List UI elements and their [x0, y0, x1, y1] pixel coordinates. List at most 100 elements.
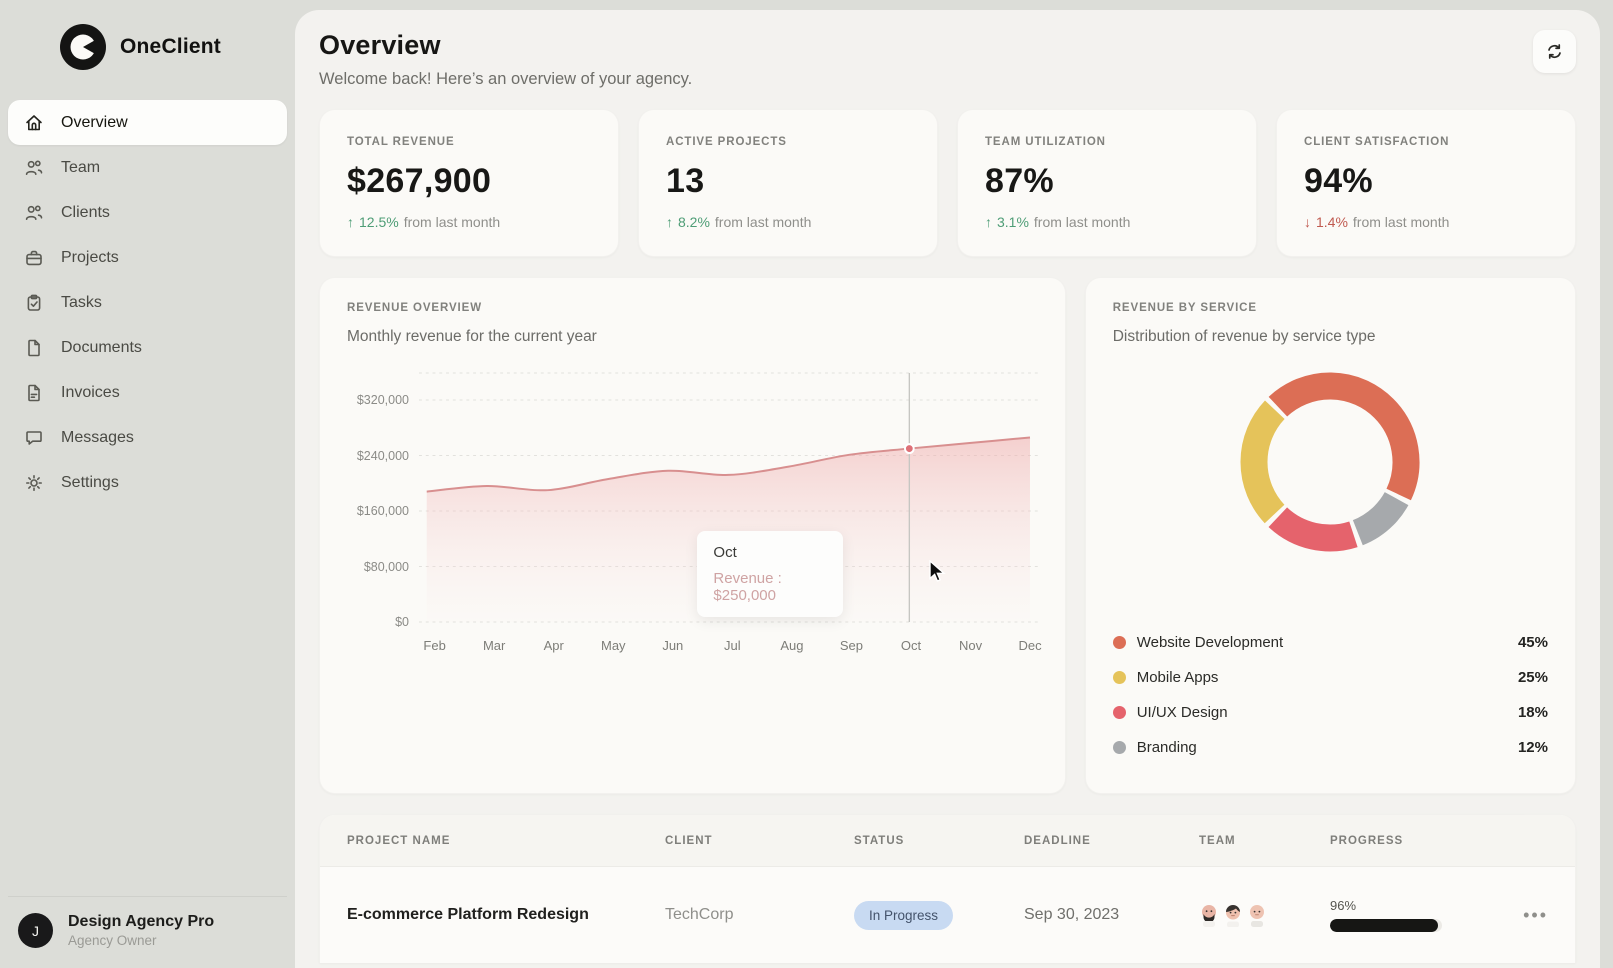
x-tick-label: Apr: [544, 638, 564, 653]
service-card-title: REVENUE BY SERVICE: [1113, 302, 1548, 314]
sidebar-item-tasks[interactable]: Tasks: [8, 280, 287, 325]
col-project-name: PROJECT NAME: [347, 835, 665, 847]
donut-chart[interactable]: [1220, 352, 1440, 572]
legend-item-branding[interactable]: Branding 12%: [1113, 730, 1548, 765]
table-row[interactable]: E-commerce Platform Redesign TechCorp In…: [320, 867, 1575, 963]
sidebar-item-label: Settings: [61, 474, 119, 492]
col-progress: PROGRESS: [1330, 835, 1520, 847]
progress-cell: 96%: [1330, 898, 1520, 932]
delta-suffix: from last month: [1034, 214, 1130, 230]
y-axis: $320,000$240,000$160,000$80,000$0: [347, 370, 419, 630]
ellipsis-icon[interactable]: •••: [1523, 905, 1548, 926]
sidebar-item-team[interactable]: Team: [8, 145, 287, 190]
gear-icon: [24, 473, 44, 493]
legend-value: 45%: [1518, 634, 1548, 651]
page-subtitle: Welcome back! Here’s an overview of your…: [319, 70, 692, 89]
sidebar-item-overview[interactable]: Overview: [8, 100, 287, 145]
user-profile[interactable]: J Design Agency Pro Agency Owner: [8, 896, 287, 968]
delta-percent: 12.5%: [359, 214, 399, 230]
sidebar-item-settings[interactable]: Settings: [8, 460, 287, 505]
stat-card-total-revenue: TOTAL REVENUE $267,900 ↑12.5%from last m…: [319, 109, 619, 257]
sidebar-nav: Overview Team Clients Projects Tasks: [8, 100, 287, 505]
stat-label: TEAM UTILIZATION: [985, 136, 1229, 148]
users-icon: [24, 203, 44, 223]
legend-item-mobile-apps[interactable]: Mobile Apps 25%: [1113, 660, 1548, 695]
highlight-dot: [905, 444, 914, 453]
sidebar-item-label: Team: [61, 159, 100, 177]
stat-card-active-projects: ACTIVE PROJECTS 13 ↑8.2%from last month: [638, 109, 938, 257]
sidebar-item-label: Projects: [61, 249, 119, 267]
team-avatar-1: [1199, 903, 1219, 927]
up-arrow-icon: ↑: [666, 214, 673, 230]
delta-percent: 1.4%: [1316, 214, 1348, 230]
app-root: { "app": { "name": "OneClient" }, "sideb…: [0, 0, 1613, 968]
stat-delta: ↑3.1%from last month: [985, 214, 1229, 230]
revenue-by-service-card: REVENUE BY SERVICE Distribution of reven…: [1085, 277, 1576, 794]
stat-value: 87%: [985, 162, 1229, 201]
col-client: CLIENT: [665, 835, 854, 847]
stat-label: TOTAL REVENUE: [347, 136, 591, 148]
sidebar-item-documents[interactable]: Documents: [8, 325, 287, 370]
legend-label: Website Development: [1137, 634, 1283, 651]
stat-card-client-satisfaction: CLIENT SATISFACTION 94% ↓1.4%from last m…: [1276, 109, 1576, 257]
x-tick-label: Aug: [780, 638, 803, 653]
stats-row: TOTAL REVENUE $267,900 ↑12.5%from last m…: [319, 109, 1576, 257]
sidebar-item-invoices[interactable]: Invoices: [8, 370, 287, 415]
legend-label: UI/UX Design: [1137, 704, 1228, 721]
chat-bubble-icon: [24, 428, 44, 448]
progress-track: [1330, 919, 1442, 932]
oneclient-logo-icon: [60, 24, 106, 70]
x-tick-label: Jul: [724, 638, 741, 653]
y-tick-label: $160,000: [357, 504, 409, 518]
y-tick-label: $0: [395, 615, 409, 629]
legend-value: 18%: [1518, 704, 1548, 721]
revenue-card-title: REVENUE OVERVIEW: [347, 302, 1038, 314]
area-chart: $320,000$240,000$160,000$80,000$0 Oct Re…: [347, 370, 1038, 630]
up-arrow-icon: ↑: [985, 214, 992, 230]
stat-value: 13: [666, 162, 910, 201]
user-name: Design Agency Pro: [68, 913, 214, 931]
sidebar-item-label: Clients: [61, 204, 110, 222]
sidebar-item-label: Documents: [61, 339, 142, 357]
legend-item-uiux-design[interactable]: UI/UX Design 18%: [1113, 695, 1548, 730]
sidebar-item-label: Invoices: [61, 384, 120, 402]
legend-dot: [1113, 671, 1126, 684]
area-chart-plot[interactable]: Oct Revenue : $250,000: [419, 370, 1038, 630]
project-client: TechCorp: [665, 906, 854, 924]
x-tick-label: Sep: [840, 638, 863, 653]
service-card-subtitle: Distribution of revenue by service type: [1113, 328, 1548, 346]
revenue-card-subtitle: Monthly revenue for the current year: [347, 328, 1038, 346]
legend-dot: [1113, 636, 1126, 649]
page-title: Overview: [319, 30, 692, 61]
legend-item-website-development[interactable]: Website Development 45%: [1113, 625, 1548, 660]
donut-legend: Website Development 45% Mobile Apps 25% …: [1113, 625, 1548, 769]
sidebar-item-projects[interactable]: Projects: [8, 235, 287, 280]
stat-value: 94%: [1304, 162, 1548, 201]
legend-value: 25%: [1518, 669, 1548, 686]
stat-delta: ↓1.4%from last month: [1304, 214, 1548, 230]
y-tick-label: $240,000: [357, 449, 409, 463]
progress-label: 96%: [1330, 898, 1520, 913]
delta-suffix: from last month: [1353, 214, 1449, 230]
delta-percent: 8.2%: [678, 214, 710, 230]
x-tick-label: Oct: [901, 638, 921, 653]
chart-tooltip: Oct Revenue : $250,000: [697, 531, 843, 617]
refresh-button[interactable]: [1533, 30, 1576, 73]
table-header: PROJECT NAME CLIENT STATUS DEADLINE TEAM…: [320, 815, 1575, 867]
legend-label: Branding: [1137, 739, 1197, 756]
legend-label: Mobile Apps: [1137, 669, 1219, 686]
sidebar: OneClient Overview Team Clients Projects: [0, 0, 295, 968]
stat-card-team-utilization: TEAM UTILIZATION 87% ↑3.1%from last mont…: [957, 109, 1257, 257]
sidebar-item-messages[interactable]: Messages: [8, 415, 287, 460]
user-role: Agency Owner: [68, 933, 214, 948]
sidebar-item-label: Tasks: [61, 294, 102, 312]
delta-suffix: from last month: [404, 214, 500, 230]
project-deadline: Sep 30, 2023: [1024, 906, 1199, 924]
legend-dot: [1113, 706, 1126, 719]
users-icon: [24, 158, 44, 178]
col-status: STATUS: [854, 835, 1024, 847]
tooltip-month: Oct: [713, 544, 827, 561]
main-panel: Overview Welcome back! Here’s an overvie…: [295, 10, 1600, 968]
stat-delta: ↑12.5%from last month: [347, 214, 591, 230]
sidebar-item-clients[interactable]: Clients: [8, 190, 287, 235]
